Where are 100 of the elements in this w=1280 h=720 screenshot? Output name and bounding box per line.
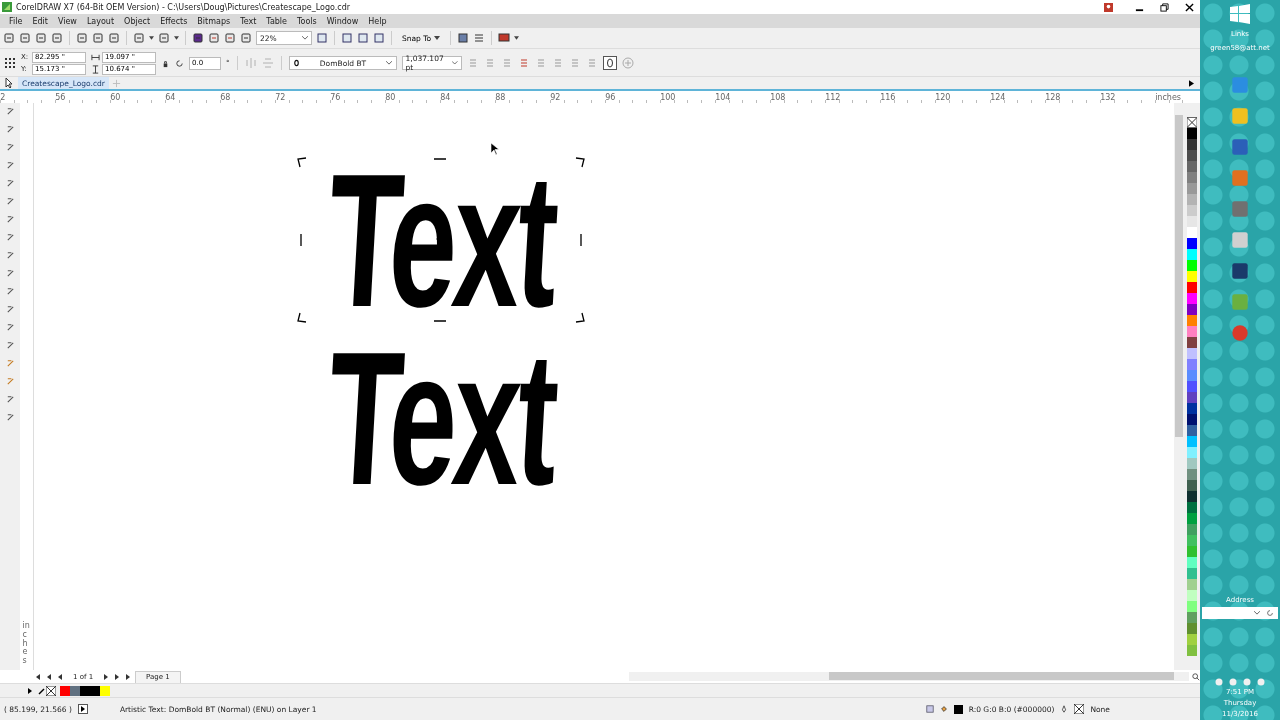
no-color-swatch[interactable] xyxy=(46,685,56,696)
color-swatch[interactable] xyxy=(1187,172,1197,183)
color-swatch[interactable] xyxy=(70,685,80,696)
color-swatch[interactable] xyxy=(1187,205,1197,216)
color-swatch[interactable] xyxy=(1187,480,1197,491)
tool-icon[interactable] xyxy=(5,143,15,152)
new-icon[interactable] xyxy=(3,32,15,44)
new-tab-icon[interactable] xyxy=(111,78,121,88)
address-field[interactable] xyxy=(1202,607,1278,619)
play-icon[interactable] xyxy=(26,686,34,695)
color-swatch[interactable] xyxy=(1187,436,1197,447)
zoom-icon[interactable] xyxy=(1192,672,1200,681)
options-icon[interactable] xyxy=(457,32,470,44)
color-swatch[interactable] xyxy=(1187,337,1197,348)
tool-icon[interactable] xyxy=(5,179,15,188)
menu-item[interactable]: Text xyxy=(235,16,262,26)
save-icon[interactable] xyxy=(35,32,47,44)
color-swatch[interactable] xyxy=(1187,403,1197,414)
close-icon[interactable] xyxy=(1185,2,1194,12)
tool-icon[interactable] xyxy=(5,161,15,170)
color-swatch[interactable] xyxy=(1187,502,1197,513)
restore-icon[interactable] xyxy=(1160,2,1169,12)
color-swatch[interactable] xyxy=(60,685,70,696)
color-swatch[interactable] xyxy=(1187,623,1197,634)
open-icon[interactable] xyxy=(19,32,31,44)
color-swatch[interactable] xyxy=(1187,359,1197,370)
color-swatch[interactable] xyxy=(100,685,110,696)
copy-icon[interactable] xyxy=(92,32,104,44)
color-swatch[interactable] xyxy=(90,685,100,696)
color-swatch[interactable] xyxy=(1187,557,1197,568)
color-swatch[interactable] xyxy=(1187,601,1197,612)
color-swatch[interactable] xyxy=(1187,579,1197,590)
color-swatch[interactable] xyxy=(1187,249,1197,260)
color-swatch[interactable] xyxy=(1187,469,1197,480)
expand-arrow-icon[interactable] xyxy=(1189,79,1194,87)
tool-icon[interactable] xyxy=(5,359,15,368)
color-swatch[interactable] xyxy=(80,685,90,696)
user-icon[interactable] xyxy=(1104,2,1113,12)
color-swatch[interactable] xyxy=(1187,612,1197,623)
color-swatch[interactable] xyxy=(1187,590,1197,601)
caret-icon[interactable] xyxy=(1254,611,1260,615)
lock-icon[interactable] xyxy=(161,58,170,68)
tool-icon[interactable] xyxy=(5,323,15,332)
color-swatch[interactable] xyxy=(1187,392,1197,403)
tool-icon[interactable] xyxy=(5,251,15,260)
object-origin-icon[interactable] xyxy=(4,57,16,69)
color-swatch[interactable] xyxy=(1187,293,1197,304)
color-swatch[interactable] xyxy=(1187,282,1197,293)
caret-icon[interactable] xyxy=(174,36,179,40)
tool-icon[interactable] xyxy=(5,395,15,404)
color-swatch[interactable] xyxy=(1187,634,1197,645)
color-swatch[interactable] xyxy=(1187,524,1197,535)
menu-item[interactable]: Effects xyxy=(155,16,193,26)
grid-icon[interactable] xyxy=(357,32,369,44)
redo-icon[interactable] xyxy=(158,32,170,44)
color-swatch[interactable] xyxy=(1187,260,1197,271)
guides-icon[interactable] xyxy=(373,32,385,44)
color-swatch[interactable] xyxy=(1187,370,1197,381)
color-swatch[interactable] xyxy=(1187,414,1197,425)
pick-tool-icon[interactable] xyxy=(3,77,15,89)
tool-icon[interactable] xyxy=(5,215,15,224)
menu-item[interactable]: Bitmaps xyxy=(192,16,236,26)
add-icon[interactable] xyxy=(621,57,634,69)
paste-icon[interactable] xyxy=(108,32,120,44)
horizontal-scrollbar[interactable] xyxy=(629,672,1189,681)
menu-item[interactable]: Edit xyxy=(27,16,53,26)
print-icon[interactable] xyxy=(51,32,63,44)
fill-color-swatch[interactable] xyxy=(953,704,963,714)
publish-icon[interactable] xyxy=(240,32,252,44)
color-swatch[interactable] xyxy=(1187,238,1197,249)
color-swatch[interactable] xyxy=(1187,425,1197,436)
color-swatch[interactable] xyxy=(1187,348,1197,359)
color-swatch[interactable] xyxy=(1187,183,1197,194)
color-swatch[interactable] xyxy=(1187,304,1197,315)
menu-item[interactable]: Help xyxy=(363,16,392,26)
color-swatch[interactable] xyxy=(1187,227,1197,238)
color-swatch[interactable] xyxy=(1187,645,1197,656)
color-swatch[interactable] xyxy=(1187,458,1197,469)
menu-item[interactable]: Window xyxy=(321,16,364,26)
tool-icon[interactable] xyxy=(5,233,15,242)
tool-icon[interactable] xyxy=(5,413,15,422)
fullscreen-icon[interactable] xyxy=(316,32,328,44)
color-swatch[interactable] xyxy=(1187,150,1197,161)
color-swatch[interactable] xyxy=(1187,546,1197,557)
export-icon[interactable] xyxy=(224,32,236,44)
cut-icon[interactable] xyxy=(76,32,88,44)
tool-icon[interactable] xyxy=(5,125,15,134)
no-color-swatch[interactable] xyxy=(1187,117,1197,128)
menu-item[interactable]: View xyxy=(52,16,82,26)
previous-page-icon[interactable] xyxy=(56,672,64,681)
color-swatch[interactable] xyxy=(1187,491,1197,502)
tool-icon[interactable] xyxy=(5,341,15,350)
undo-icon[interactable] xyxy=(133,32,145,44)
caret-icon[interactable] xyxy=(514,36,520,40)
menu-item[interactable]: Object xyxy=(119,16,156,26)
tool-icon[interactable] xyxy=(5,107,15,116)
color-swatch[interactable] xyxy=(1187,194,1197,205)
refresh-icon[interactable] xyxy=(1266,609,1274,617)
menu-item[interactable]: Layout xyxy=(81,16,120,26)
eyedropper-icon[interactable] xyxy=(38,686,46,695)
